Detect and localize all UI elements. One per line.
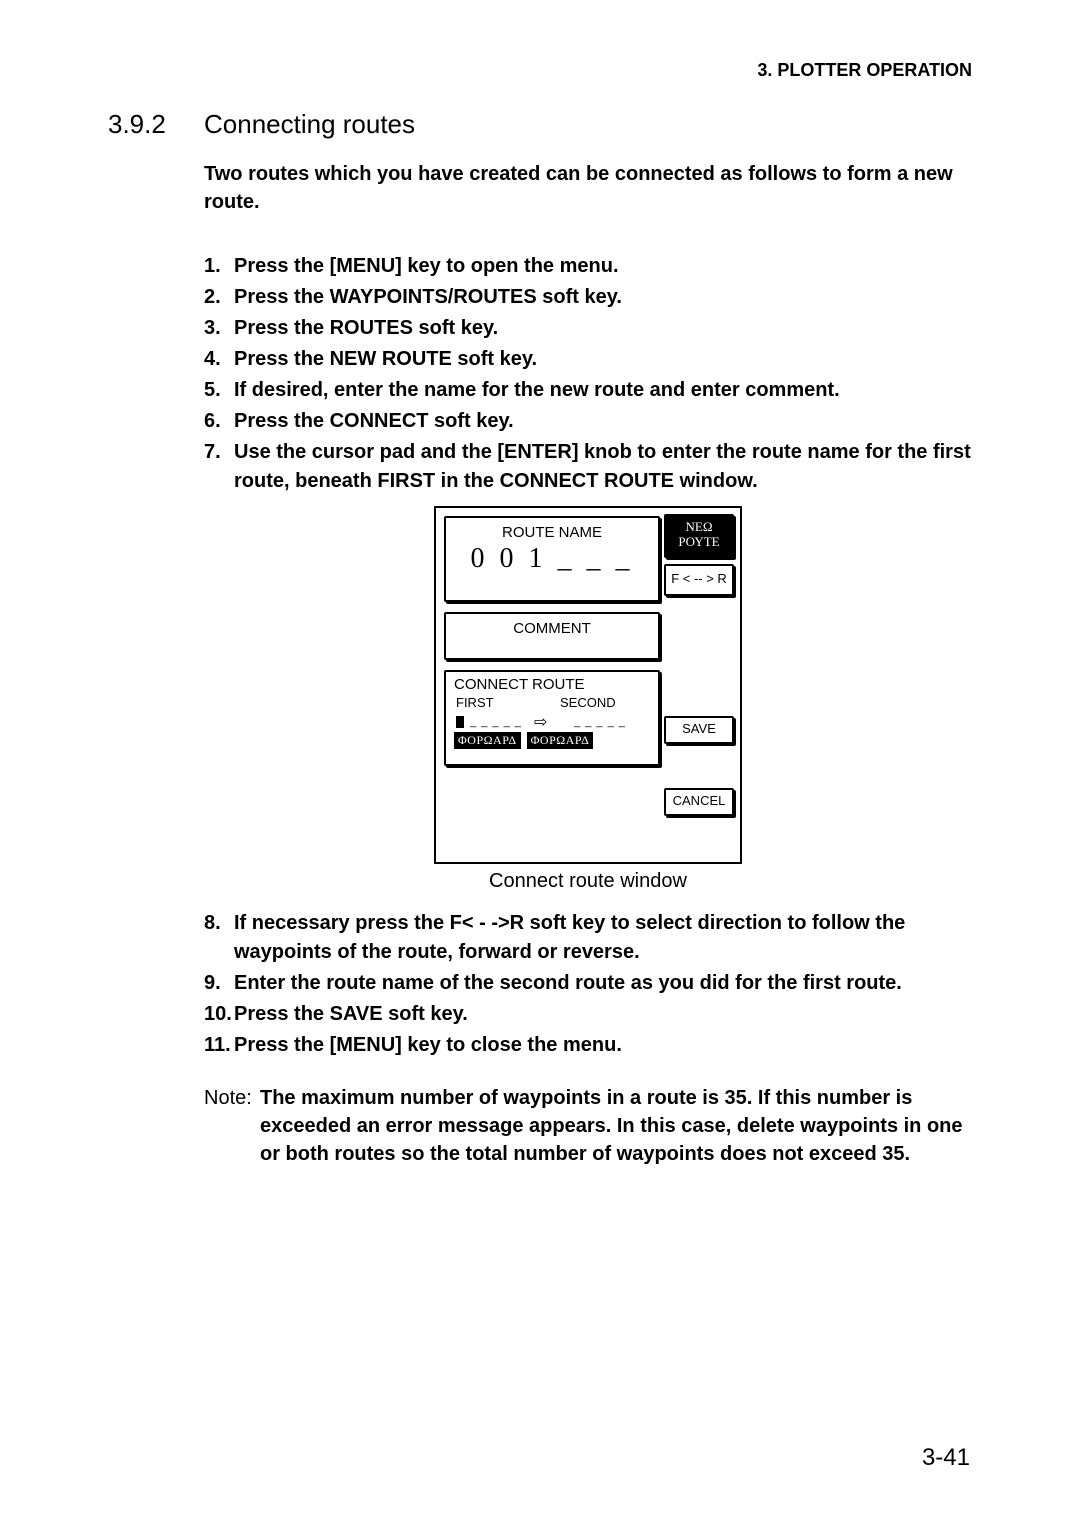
list-item: 3.Press the ROUTES soft key. (204, 314, 972, 343)
list-item: 1.Press the [MENU] key to open the menu. (204, 252, 972, 281)
route-name-value: 0 0 1 _ _ _ (456, 543, 648, 575)
direction-fr-softkey[interactable]: F < -- > R (664, 564, 734, 596)
connect-route-box[interactable]: CONNECT ROUTE FIRST SECOND ⇨ _ (444, 670, 660, 766)
steps-list-2: 8.If necessary press the F< - ->R soft k… (204, 909, 972, 1060)
second-route-field[interactable]: _ _ _ _ _ (558, 716, 642, 728)
first-label: FIRST (454, 695, 538, 710)
section-number: 3.9.2 (108, 109, 204, 140)
second-label: SECOND (558, 695, 642, 710)
route-name-label: ROUTE NAME (456, 524, 648, 541)
list-item: 5.If desired, enter the name for the new… (204, 376, 972, 405)
intro-text: Two routes which you have created can be… (204, 160, 972, 216)
list-item: 8.If necessary press the F< - ->R soft k… (204, 909, 972, 967)
page-number: 3-41 (922, 1444, 970, 1472)
section-heading: 3.9.2 Connecting routes (108, 109, 972, 140)
forward-badge-first: ΦΟΡΩΑΡΔ (454, 732, 521, 749)
list-item: 7.Use the cursor pad and the [ENTER] kno… (204, 438, 972, 496)
figure-caption: Connect route window (204, 870, 972, 893)
connect-route-window: ROUTE NAME 0 0 1 _ _ _ COMMENT CONNECT R… (434, 506, 742, 864)
comment-box[interactable]: COMMENT (444, 612, 660, 660)
new-route-softkey[interactable]: ΝΕΩΡΟΥΤΕ (664, 514, 734, 558)
list-item: 4.Press the NEW ROUTE soft key. (204, 345, 972, 374)
section-title: Connecting routes (204, 109, 415, 140)
note-text: The maximum number of waypoints in a rou… (260, 1084, 972, 1168)
cancel-softkey[interactable]: CANCEL (664, 788, 734, 816)
list-item: 6.Press the CONNECT soft key. (204, 407, 972, 436)
note: Note: The maximum number of waypoints in… (204, 1084, 972, 1168)
list-item: 10.Press the SAVE soft key. (204, 1000, 972, 1029)
save-softkey[interactable]: SAVE (664, 716, 734, 744)
first-route-field[interactable]: _ _ _ _ _ (454, 716, 538, 728)
list-item: 11.Press the [MENU] key to close the men… (204, 1031, 972, 1060)
forward-badge-second: ΦΟΡΩΑΡΔ (527, 732, 594, 749)
route-name-box[interactable]: ROUTE NAME 0 0 1 _ _ _ (444, 516, 660, 602)
connect-route-title: CONNECT ROUTE (454, 676, 650, 693)
list-item: 9.Enter the route name of the second rou… (204, 969, 972, 998)
page-header: 3. PLOTTER OPERATION (108, 60, 972, 81)
comment-label: COMMENT (513, 620, 591, 637)
note-label: Note: (204, 1084, 260, 1168)
list-item: 2.Press the WAYPOINTS/ROUTES soft key. (204, 283, 972, 312)
steps-list-1: 1.Press the [MENU] key to open the menu.… (204, 252, 972, 496)
